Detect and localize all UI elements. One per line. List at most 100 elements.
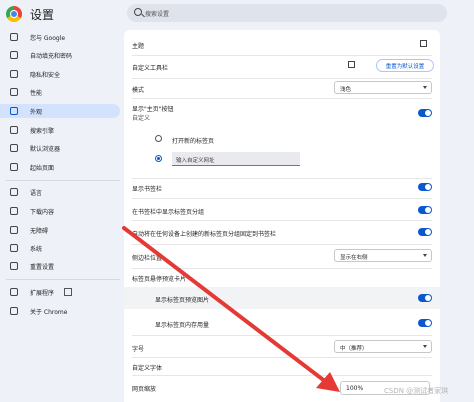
chevron-down-icon xyxy=(423,345,427,348)
chrome-icon xyxy=(10,307,18,315)
wrench-icon xyxy=(10,244,18,252)
power-icon xyxy=(10,163,18,171)
sidebar-item-label: 下载内容 xyxy=(30,209,55,216)
hover-image-row: 显示标签页预览图片 xyxy=(124,287,440,309)
mode-value: 浅色 xyxy=(340,87,352,93)
bookmarks-bar-label: 显示书签栏 xyxy=(132,186,163,193)
page-zoom-value: 100% xyxy=(346,385,364,392)
accessibility-icon xyxy=(10,226,18,234)
sidebar-divider xyxy=(6,279,120,280)
open-in-new-icon[interactable] xyxy=(348,61,355,68)
font-size-value: 中（推荐） xyxy=(340,346,368,352)
side-panel-select[interactable]: 显示在右侧 xyxy=(334,249,432,262)
mode-label: 模式 xyxy=(132,87,145,94)
side-panel-value: 显示在右侧 xyxy=(340,255,368,261)
search-icon xyxy=(10,126,18,134)
hover-image-label: 显示标签页预览图片 xyxy=(155,297,210,304)
sidebar-item-autofill[interactable]: 自动填充和密码 xyxy=(0,48,120,62)
divider xyxy=(132,335,432,336)
divider xyxy=(132,98,432,99)
custom-url-placeholder: 输入自定义网址 xyxy=(176,158,215,164)
tab-groups-bar-toggle[interactable] xyxy=(418,206,432,214)
divider xyxy=(132,375,432,376)
sidebar-item-privacy[interactable]: 隐私和安全 xyxy=(0,67,120,81)
sidebar-item-label: 性能 xyxy=(30,90,43,97)
sidebar-item-appearance[interactable]: 外观 xyxy=(0,104,120,118)
mode-select[interactable]: 浅色 xyxy=(334,81,432,94)
watermark: CSDN @测试者家琪 xyxy=(384,387,449,395)
google-icon xyxy=(10,33,18,41)
sidebar-item-reset[interactable]: 重置设置 xyxy=(0,259,120,273)
home-button-toggle[interactable] xyxy=(418,109,432,117)
appearance-panel: 主题 自定义工具栏 重置为默认设置 模式 浅色 显示"主页"按钮 自定义 打开新… xyxy=(124,30,440,402)
search-input[interactable]: 搜索设置 xyxy=(145,9,169,18)
hover-memory-row: 显示标签页内存用量 xyxy=(124,311,440,333)
page-zoom-label: 网页缩放 xyxy=(132,386,157,393)
saved-groups-label: 自动将在任何设备上创建的新标签页分组固定到书签栏 xyxy=(132,231,277,238)
reset-default-button[interactable]: 重置为默认设置 xyxy=(376,59,434,72)
sidebar-item-default-browser[interactable]: 默认浏览器 xyxy=(0,141,120,155)
hover-memory-toggle[interactable] xyxy=(418,319,432,327)
font-size-row: 字号 中（推荐） xyxy=(124,337,440,357)
download-icon xyxy=(10,207,18,215)
home-button-label: 显示"主页"按钮 xyxy=(132,106,174,113)
font-size-label: 字号 xyxy=(132,346,145,353)
sidebar-item-about-chrome[interactable]: 关于 Chrome xyxy=(0,304,120,318)
sidebar-item-label: 默认浏览器 xyxy=(30,146,61,153)
tab-groups-bar-row: 在书签栏中显示标签页分组 xyxy=(124,204,440,218)
search-bar[interactable]: 搜索设置 xyxy=(127,4,447,22)
bookmarks-bar-row: 显示书签栏 xyxy=(124,180,440,194)
sidebar-item-performance[interactable]: 性能 xyxy=(0,85,120,99)
divider xyxy=(132,198,432,199)
divider xyxy=(132,268,432,269)
theme-row[interactable]: 主题 xyxy=(124,30,440,56)
hover-memory-label: 显示标签页内存用量 xyxy=(155,322,210,329)
reset-icon xyxy=(10,262,18,270)
mode-row: 模式 浅色 xyxy=(124,78,440,98)
side-panel-label: 侧边栏位置 xyxy=(132,255,163,262)
custom-url-input[interactable]: 输入自定义网址 xyxy=(172,152,300,166)
saved-groups-toggle[interactable] xyxy=(418,228,432,236)
hover-card-row: 标签页悬停预览卡片 xyxy=(124,270,440,284)
sidebar-item-label: 自动填充和密码 xyxy=(30,53,73,60)
sidebar-item-on-startup[interactable]: 起始页面 xyxy=(0,160,120,174)
hover-image-toggle[interactable] xyxy=(418,294,432,302)
saved-groups-row: 自动将在任何设备上创建的新标签页分组固定到书签栏 xyxy=(124,226,440,240)
open-in-new-icon[interactable] xyxy=(420,40,427,47)
page-title: 设置 xyxy=(30,8,55,22)
tab-groups-bar-label: 在书签栏中显示标签页分组 xyxy=(132,209,205,216)
sidebar-item-label: 关于 Chrome xyxy=(30,309,68,316)
custom-fonts-label: 自定义字体 xyxy=(132,365,163,372)
puzzle-icon xyxy=(10,288,18,296)
sidebar-item-downloads[interactable]: 下载内容 xyxy=(0,204,120,218)
sidebar-item-search-engine[interactable]: 搜索引擎 xyxy=(0,123,120,137)
autofill-icon xyxy=(10,51,18,59)
sidebar-item-languages[interactable]: 语言 xyxy=(0,185,120,199)
open-in-new-icon xyxy=(64,288,72,296)
custom-url-radio[interactable] xyxy=(155,155,162,162)
sidebar-item-label: 隐私和安全 xyxy=(30,72,61,79)
sidebar-item-accessibility[interactable]: 无障碍 xyxy=(0,223,120,237)
divider xyxy=(132,178,432,179)
sidebar-item-extensions[interactable]: 扩展程序 xyxy=(0,285,120,299)
sidebar-item-system[interactable]: 系统 xyxy=(0,241,120,255)
theme-label: 主题 xyxy=(132,43,145,50)
chrome-logo-icon xyxy=(6,6,22,22)
new-tab-radio-label: 打开新的标签页 xyxy=(172,138,215,145)
toolbar-label: 自定义工具栏 xyxy=(132,65,169,72)
font-size-select[interactable]: 中（推荐） xyxy=(334,340,432,353)
divider xyxy=(132,244,432,245)
sidebar-item-you-and-google[interactable]: 您与 Google xyxy=(0,30,120,44)
header: 设置 搜索设置 xyxy=(0,0,474,28)
radio-new-tab-row[interactable]: 打开新的标签页 xyxy=(124,132,440,146)
sidebar-item-label: 无障碍 xyxy=(30,228,49,235)
new-tab-radio[interactable] xyxy=(155,135,162,142)
sidebar-item-label: 外观 xyxy=(30,109,43,116)
sidebar-item-label: 重置设置 xyxy=(30,264,55,271)
browser-icon xyxy=(10,144,18,152)
language-icon xyxy=(10,188,18,196)
custom-fonts-row[interactable]: 自定义字体 xyxy=(124,358,440,374)
bookmarks-bar-toggle[interactable] xyxy=(418,183,432,191)
hover-card-label: 标签页悬停预览卡片 xyxy=(132,276,187,283)
sidebar-divider xyxy=(6,180,120,181)
